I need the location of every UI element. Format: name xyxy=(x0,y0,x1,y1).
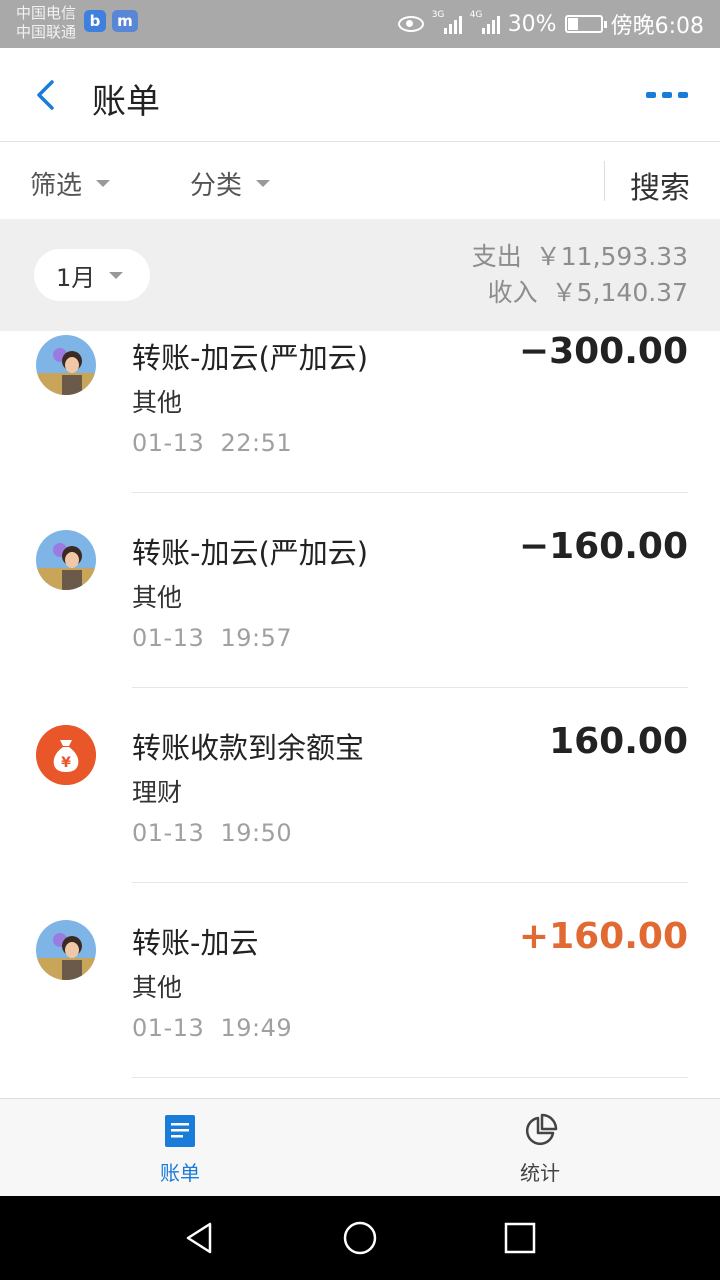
transaction-title: 转账-加云 xyxy=(132,926,259,960)
carrier-2: 中国联通 xyxy=(16,23,77,41)
transaction-category: 理财 xyxy=(132,778,183,807)
caret-down-icon xyxy=(109,271,124,279)
transaction-item[interactable]: ¥ 转账收款到余额宝 理财 01-13 19:50 160.00 xyxy=(0,721,720,916)
month-summary: 1月 支出 ￥11,593.33 收入 ￥5,140.37 xyxy=(0,219,720,331)
divider xyxy=(132,687,688,688)
notification-app-icon-2: m xyxy=(112,10,138,32)
month-selector[interactable]: 1月 xyxy=(34,249,150,301)
notification-app-icon: b xyxy=(84,10,106,32)
transaction-time: 01-13 19:49 xyxy=(132,1014,293,1042)
transaction-amount: 160.00 xyxy=(549,721,688,762)
avatar xyxy=(36,335,96,395)
transaction-title: 转账-加云(严加云) xyxy=(132,536,369,570)
transaction-category: 其他 xyxy=(132,973,183,1002)
status-indicators: 3G 4G 30% 傍晚6:08 xyxy=(397,0,704,48)
signal-3g-icon: 3G xyxy=(432,10,462,34)
search-button[interactable]: 搜索 xyxy=(630,163,690,207)
clock: 傍晚6:08 xyxy=(610,14,704,39)
nav-home-icon[interactable] xyxy=(340,1218,380,1258)
bill-list-icon xyxy=(165,1115,195,1147)
divider xyxy=(132,882,688,883)
transaction-list: 转账-加云(严加云) 其他 01-13 22:51 −300.00 转账-加云(… xyxy=(0,331,720,1111)
eye-comfort-icon xyxy=(397,16,424,32)
system-nav-bar xyxy=(0,1196,720,1280)
transaction-amount: −300.00 xyxy=(518,331,688,372)
battery-icon xyxy=(564,15,607,33)
transaction-amount: +160.00 xyxy=(518,916,688,957)
transaction-item[interactable]: 转账-加云(严加云) 其他 01-13 19:57 −160.00 xyxy=(0,526,720,721)
divider xyxy=(132,1077,688,1078)
bottom-tab-bar: 账单 统计 xyxy=(0,1098,720,1196)
signal-4g-icon: 4G xyxy=(470,10,500,34)
caret-down-icon xyxy=(96,180,111,187)
transaction-time: 01-13 19:50 xyxy=(132,819,293,847)
back-arrow-icon[interactable] xyxy=(30,78,64,112)
money-bag-icon: ¥ xyxy=(36,725,96,785)
more-options-icon[interactable] xyxy=(646,92,688,98)
expense-total: 支出 ￥11,593.33 xyxy=(471,242,688,271)
month-label: 1月 xyxy=(56,263,96,292)
svg-text:¥: ¥ xyxy=(61,755,71,771)
category-label: 分类 xyxy=(190,171,243,201)
tab-bill[interactable]: 账单 xyxy=(120,1113,240,1186)
transaction-amount: −160.00 xyxy=(518,526,688,567)
category-dropdown[interactable]: 分类 xyxy=(190,165,271,202)
carrier-1: 中国电信 xyxy=(16,4,77,22)
nav-back-icon[interactable] xyxy=(180,1218,220,1258)
nav-recent-apps-icon[interactable] xyxy=(500,1218,540,1258)
transaction-title: 转账-加云(严加云) xyxy=(132,341,369,375)
filter-dropdown[interactable]: 筛选 xyxy=(30,165,111,202)
transaction-time: 01-13 22:51 xyxy=(132,429,293,457)
caret-down-icon xyxy=(256,180,271,187)
avatar xyxy=(36,530,96,590)
tab-stats[interactable]: 统计 xyxy=(480,1113,600,1186)
tab-label: 账单 xyxy=(160,1161,200,1185)
carrier-info: 中国电信 中国联通 xyxy=(16,4,76,42)
status-bar: 中国电信 中国联通 b m 3G 4G 30% 傍晚6:08 xyxy=(0,0,720,48)
avatar xyxy=(36,920,96,980)
filter-label: 筛选 xyxy=(30,171,83,201)
tab-label: 统计 xyxy=(520,1161,560,1185)
pie-chart-icon xyxy=(525,1113,558,1146)
battery-percent: 30% xyxy=(507,11,557,37)
filter-bar: 筛选 分类 搜索 xyxy=(0,143,720,219)
month-totals: 支出 ￥11,593.33 收入 ￥5,140.37 xyxy=(458,239,688,311)
transaction-category: 其他 xyxy=(132,388,183,417)
page-title: 账单 xyxy=(92,82,160,122)
transaction-item[interactable]: 转账-加云 其他 01-13 19:49 +160.00 xyxy=(0,916,720,1111)
divider xyxy=(604,161,605,201)
transaction-time: 01-13 19:57 xyxy=(132,624,293,652)
transaction-title: 转账收款到余额宝 xyxy=(132,731,365,765)
header: 账单 xyxy=(0,48,720,142)
transaction-item[interactable]: 转账-加云(严加云) 其他 01-13 22:51 −300.00 xyxy=(0,331,720,526)
transaction-category: 其他 xyxy=(132,583,183,612)
divider xyxy=(132,492,688,493)
income-total: 收入 ￥5,140.37 xyxy=(487,278,688,307)
